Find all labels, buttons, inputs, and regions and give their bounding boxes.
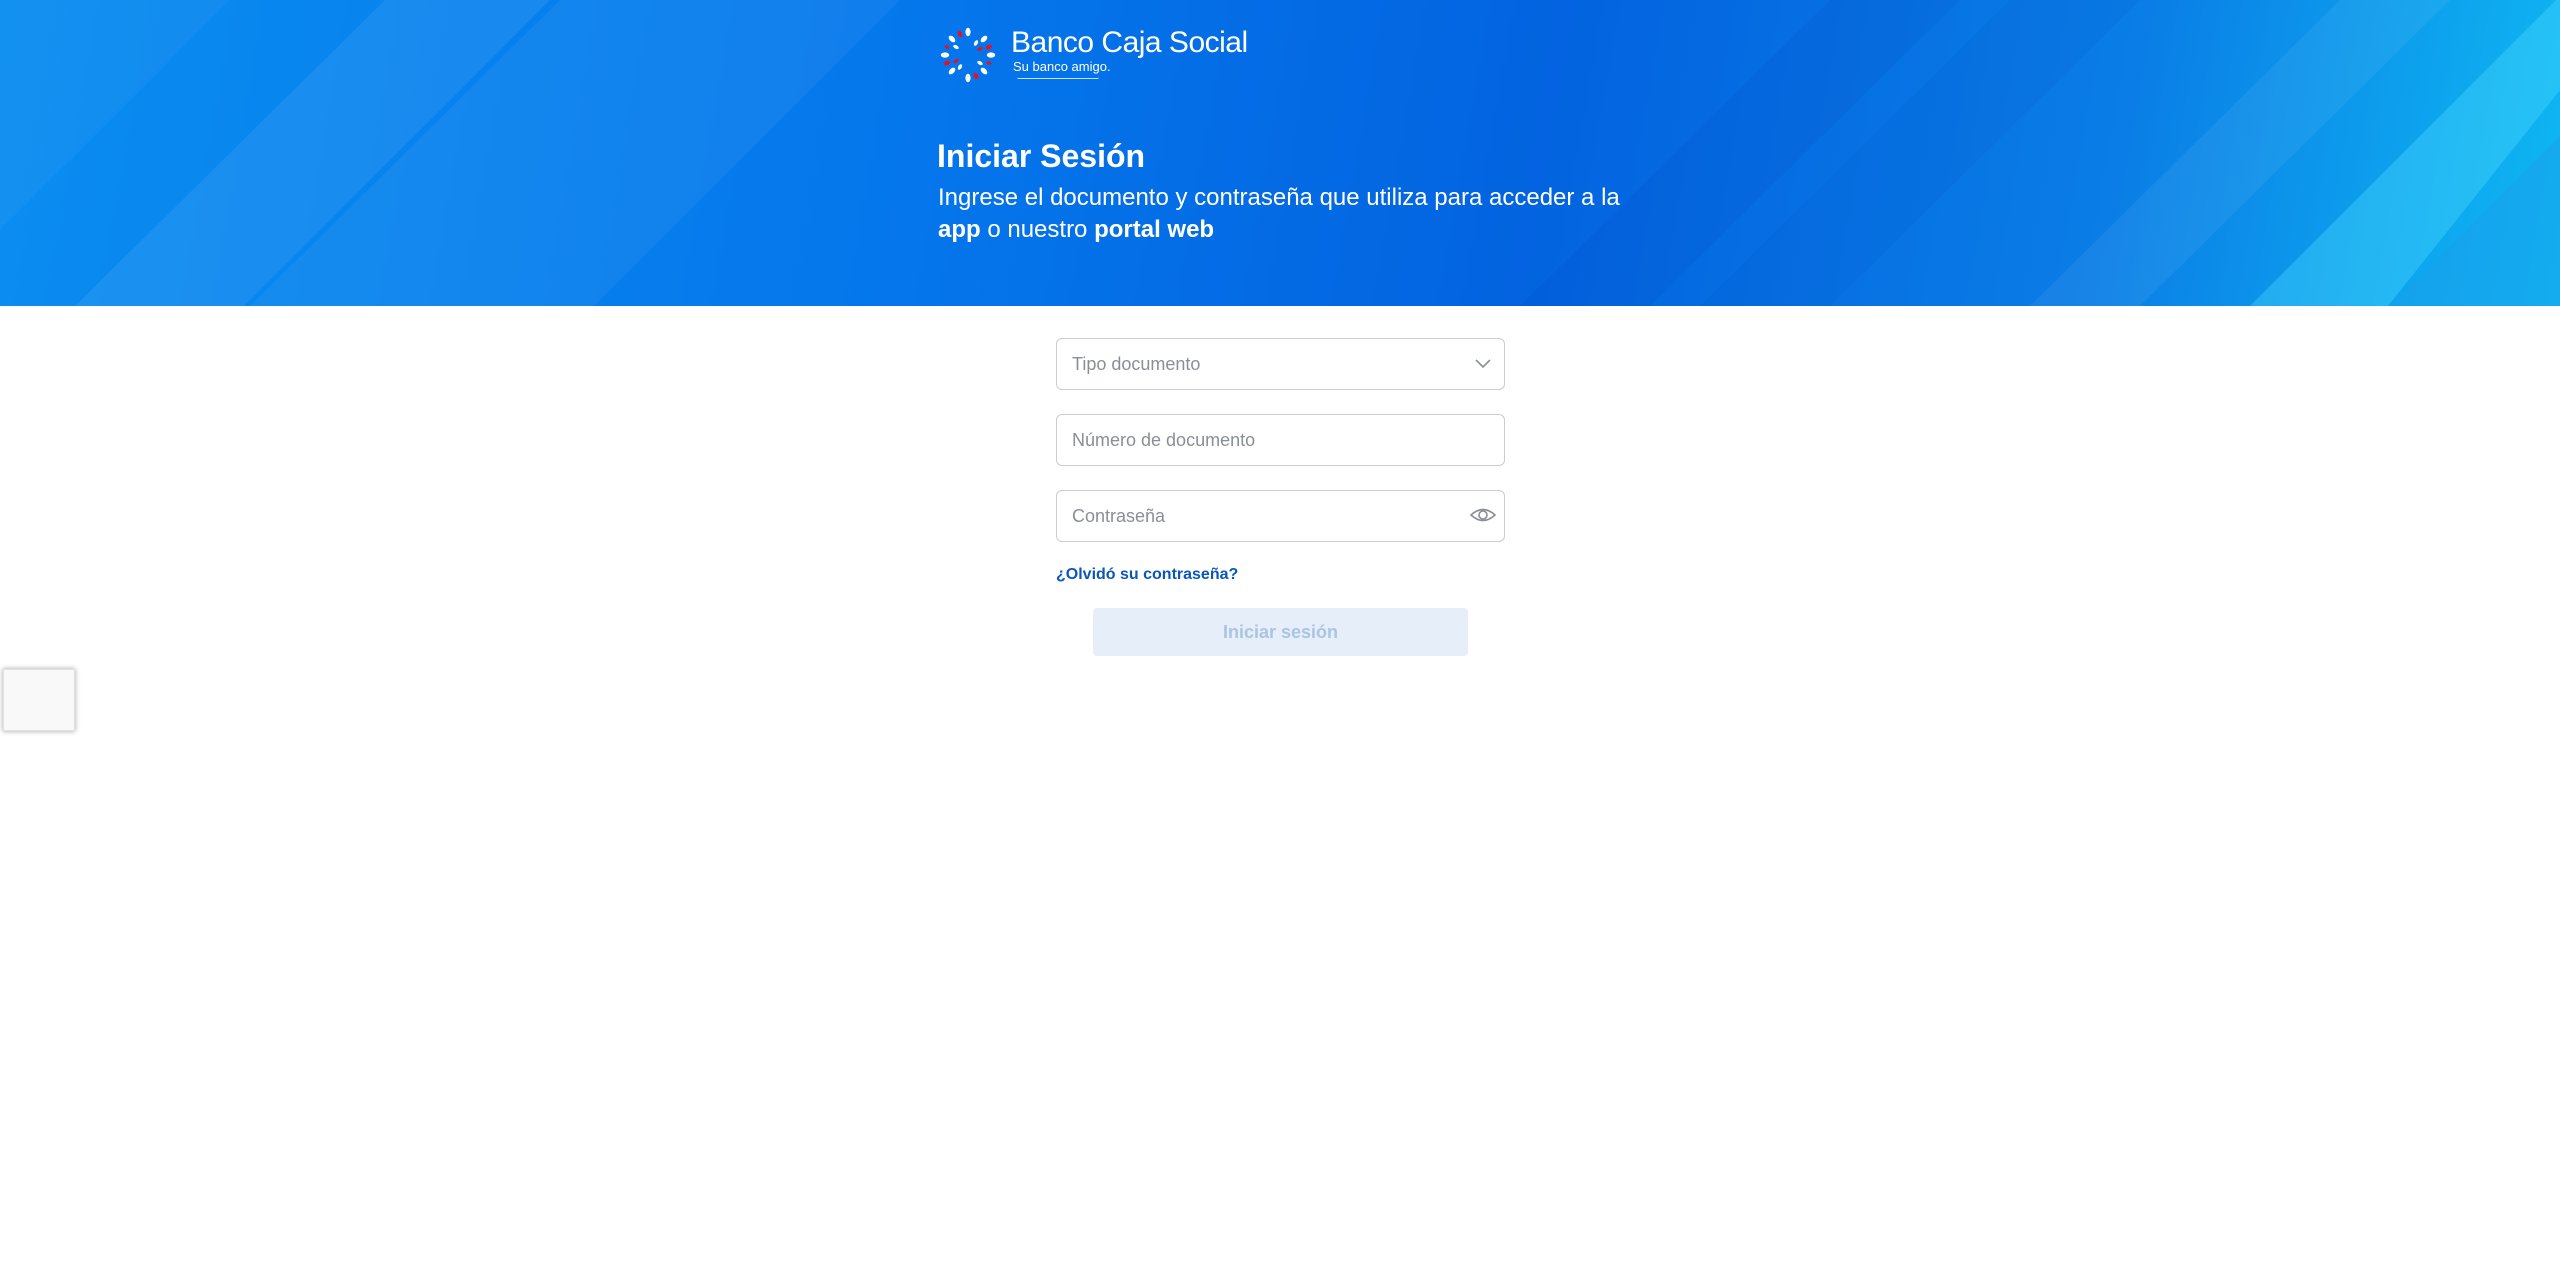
password-field [1056, 490, 1505, 542]
portal-web-text: portal web [1094, 216, 1215, 243]
slogan-underline [1017, 77, 1099, 79]
login-button[interactable]: Iniciar sesión [1093, 608, 1468, 656]
document-type-select[interactable]: Tipo documento [1056, 338, 1505, 390]
login-form: Tipo documento ¿Olvidó su contraseña? In… [1056, 338, 1505, 656]
bank-logo[interactable]: Banco Caja Social Su banco amigo. [937, 22, 1657, 88]
document-number-input[interactable] [1057, 415, 1504, 465]
eye-icon[interactable] [1468, 503, 1498, 527]
chevron-down-icon [1475, 359, 1491, 369]
page-description: Ingrese el documento y contraseña que ut… [938, 182, 1638, 246]
recaptcha-badge[interactable] [3, 669, 75, 731]
document-type-placeholder: Tipo documento [1072, 354, 1201, 374]
app-text: app [938, 216, 981, 243]
hero-banner: Banco Caja Social Su banco amigo. Inicia… [0, 0, 2560, 306]
logo-icon [937, 24, 999, 86]
description-text: Ingrese el documento y contraseña que ut… [938, 184, 1620, 211]
forgot-password-link[interactable]: ¿Olvidó su contraseña? [1056, 566, 1505, 584]
page-title: Iniciar Sesión [937, 138, 1146, 174]
logo-text: Banco Caja Social Su banco amigo. [1011, 27, 1248, 79]
document-number-field [1056, 414, 1505, 466]
hero-content: Banco Caja Social Su banco amigo. Inicia… [937, 22, 1657, 246]
brand-slogan: Su banco amigo. [1013, 59, 1111, 74]
brand-name: Banco Caja Social [1011, 26, 1248, 59]
description-middle: o nuestro [980, 216, 1095, 243]
password-input[interactable] [1057, 491, 1504, 541]
